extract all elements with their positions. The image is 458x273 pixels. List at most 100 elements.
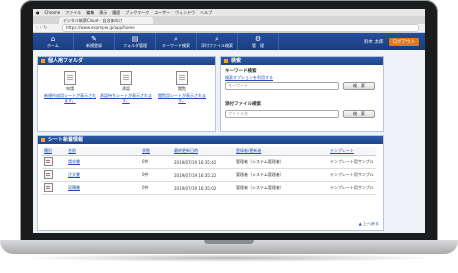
folder-name: 閲覧 bbox=[178, 86, 186, 91]
column-header[interactable]: テンプレート bbox=[328, 147, 376, 156]
search-option-link[interactable]: 検索オプションを利用する bbox=[225, 75, 273, 81]
nav-admin[interactable]: ⚙ 管 理 bbox=[238, 33, 279, 51]
menubar-item[interactable]: ブックマーク bbox=[125, 10, 149, 16]
personal-folder-panel: 個人用フォルダ 申請 新規作成用シートが表示されます。 承認 承認待ちシートが表… bbox=[37, 56, 216, 132]
nav-label: 新規登録 bbox=[86, 43, 102, 48]
nav-folder[interactable]: ▤ フォルダ管理 bbox=[115, 33, 156, 51]
document-icon bbox=[176, 71, 188, 85]
title-marker-icon bbox=[41, 137, 45, 142]
menubar-item[interactable]: Chrome bbox=[45, 10, 61, 15]
app-nav-bar: ⌂ ホーム ✎ 新規登録 ▤ フォルダ管理 ⌕ キーワード検索 ⌕ 添付ファイル… bbox=[33, 33, 425, 51]
menubar-item[interactable]: 履歴 bbox=[112, 10, 120, 16]
panel-title-text: 検索 bbox=[231, 58, 242, 64]
nav-label: フォルダ管理 bbox=[123, 43, 147, 48]
file-search-button[interactable]: 検 索 bbox=[343, 110, 375, 118]
search-icon: ⌕ bbox=[174, 35, 178, 43]
new-doc-icon: ✎ bbox=[91, 35, 97, 43]
laptop-base-notch bbox=[204, 240, 254, 244]
column-header[interactable]: 種別 bbox=[42, 147, 66, 156]
sheet-template: テンプレート用サンプル bbox=[328, 155, 376, 169]
sheet-user: 管理者（システム管理者） bbox=[234, 181, 328, 195]
document-icon bbox=[120, 71, 132, 85]
sheet-updated: 2019/07/19 16:35:02 bbox=[172, 181, 234, 195]
sheet-template: テンプレート用サンプル bbox=[328, 181, 376, 195]
home-icon: ⌂ bbox=[50, 35, 56, 43]
laptop-shadow bbox=[18, 254, 440, 262]
sheet-table: 種別 名前 状態 最終更新日時 登録者/更新者 テンプレート 請求書 0件 20… bbox=[42, 147, 376, 195]
sheet-icon bbox=[44, 170, 53, 179]
sheet-user: 管理者（システム管理者） bbox=[234, 155, 328, 169]
panel-title-text: シート新着情報 bbox=[48, 137, 84, 143]
sheet-news-panel: シート新着情報 種別 名前 状態 最終更新日時 登録者/更新者 テンプレート 請… bbox=[37, 135, 384, 231]
browser-tabbar: デジタル帳票Cloud - 自治体向け bbox=[33, 16, 425, 24]
panel-title-text: 個人用フォルダ bbox=[48, 58, 84, 64]
column-header[interactable]: 名前 bbox=[66, 147, 140, 156]
column-header[interactable]: 登録者/更新者 bbox=[234, 147, 328, 156]
title-marker-icon bbox=[41, 58, 45, 63]
folder-item[interactable]: 閲覧 閲覧用シートが表示されます。 bbox=[156, 71, 208, 103]
back-to-top-link[interactable]: ▲ 上へ戻る bbox=[359, 221, 379, 227]
folder-icon: ▤ bbox=[131, 35, 139, 43]
nav-label: キーワード検索 bbox=[162, 43, 190, 48]
main-content: 個人用フォルダ 申請 新規作成用シートが表示されます。 承認 承認待ちシートが表… bbox=[33, 50, 425, 233]
logout-button[interactable]: ログアウト bbox=[388, 38, 419, 46]
gear-icon: ⚙ bbox=[254, 35, 262, 43]
sheet-updated: 2019/07/19 16:35:42 bbox=[172, 155, 234, 169]
address-bar[interactable]: https://www.example.jp/app/home bbox=[62, 24, 419, 32]
folder-link[interactable]: 閲覧用シートが表示されます。 bbox=[156, 93, 208, 103]
nav-file-search[interactable]: ⌕ 添付ファイル検索 bbox=[197, 33, 238, 51]
browser-toolbar: ‹ › ↻ https://www.example.jp/app/home bbox=[33, 24, 425, 33]
sheet-status: 0件 bbox=[140, 155, 172, 169]
file-name-input[interactable]: ファイル名 bbox=[225, 110, 339, 118]
search-panel: 検索 キーワード検索 検索オプションを利用する キーワード 検 索 添付ファイル… bbox=[220, 56, 384, 132]
nav-keyword-search[interactable]: ⌕ キーワード検索 bbox=[156, 33, 197, 51]
attachment-search-icon: ⌕ bbox=[215, 35, 219, 43]
nav-label: ホーム bbox=[47, 43, 59, 48]
nav-new[interactable]: ✎ 新規登録 bbox=[74, 33, 115, 51]
folder-name: 承認 bbox=[122, 86, 130, 91]
menubar-item[interactable]: ファイル bbox=[65, 10, 81, 16]
folder-item[interactable]: 承認 承認待ちシートが表示されます。 bbox=[100, 71, 152, 103]
nav-label: 管 理 bbox=[252, 43, 264, 48]
mac-menubar: ● Chrome ファイル 編集 表示 履歴 ブックマーク ユーザー ウィンドウ… bbox=[33, 9, 425, 16]
keyword-search-button[interactable]: 検 索 bbox=[343, 82, 375, 90]
menubar-item[interactable]: 編集 bbox=[86, 10, 94, 16]
table-row[interactable]: 見積書 0件 2019/07/19 16:35:02 管理者（システム管理者） … bbox=[42, 181, 376, 195]
apple-icon[interactable]: ● bbox=[36, 10, 40, 15]
menubar-item[interactable]: 表示 bbox=[99, 10, 107, 16]
table-row[interactable]: 注文書 0件 2019/07/19 16:35:22 管理者（システム管理者） … bbox=[42, 168, 376, 182]
browser-nav-icons[interactable]: ‹ › ↻ bbox=[33, 25, 62, 31]
sheet-icon bbox=[44, 183, 53, 192]
folder-item[interactable]: 申請 新規作成用シートが表示されます。 bbox=[44, 71, 96, 103]
sheet-name-link[interactable]: 見積書 bbox=[66, 181, 140, 195]
sheet-icon bbox=[44, 157, 53, 166]
laptop-screen: ● Chrome ファイル 編集 表示 履歴 ブックマーク ユーザー ウィンドウ… bbox=[33, 9, 425, 233]
title-marker-icon bbox=[224, 58, 228, 63]
panel-title: 個人用フォルダ bbox=[38, 57, 215, 65]
sheet-type-cell bbox=[42, 155, 66, 169]
menubar-item[interactable]: ウィンドウ bbox=[175, 10, 195, 16]
menubar-item[interactable]: ユーザー bbox=[154, 10, 170, 16]
sheet-status: 0件 bbox=[140, 168, 172, 182]
keyword-search-label: キーワード検索 bbox=[225, 69, 257, 74]
keyword-input[interactable]: キーワード bbox=[225, 82, 339, 90]
menubar-item[interactable]: ヘルプ bbox=[200, 10, 212, 16]
user-area: 鈴木 太郎 ログアウト bbox=[364, 33, 425, 51]
column-header[interactable]: 最終更新日時 bbox=[172, 147, 234, 156]
file-search-label: 添付ファイル検索 bbox=[225, 102, 261, 107]
sheet-type-cell bbox=[42, 181, 66, 195]
sheet-updated: 2019/07/19 16:35:22 bbox=[172, 168, 234, 182]
table-row[interactable]: 請求書 0件 2019/07/19 16:35:42 管理者（システム管理者） … bbox=[42, 155, 376, 169]
sheet-name-link[interactable]: 請求書 bbox=[66, 155, 140, 169]
nav-home[interactable]: ⌂ ホーム bbox=[33, 33, 74, 51]
browser-tab[interactable]: デジタル帳票Cloud - 自治体向け bbox=[59, 17, 153, 24]
folder-link[interactable]: 承認待ちシートが表示されます。 bbox=[100, 93, 152, 103]
sheet-user: 管理者（システム管理者） bbox=[234, 168, 328, 182]
folder-link[interactable]: 新規作成用シートが表示されます。 bbox=[44, 93, 96, 103]
column-header[interactable]: 状態 bbox=[140, 147, 172, 156]
panel-title: 検索 bbox=[221, 57, 383, 65]
sheet-name-link[interactable]: 注文書 bbox=[66, 168, 140, 182]
table-header-row: 種別 名前 状態 最終更新日時 登録者/更新者 テンプレート bbox=[42, 147, 376, 156]
user-name: 鈴木 太郎 bbox=[364, 40, 384, 45]
sheet-status: 0件 bbox=[140, 181, 172, 195]
